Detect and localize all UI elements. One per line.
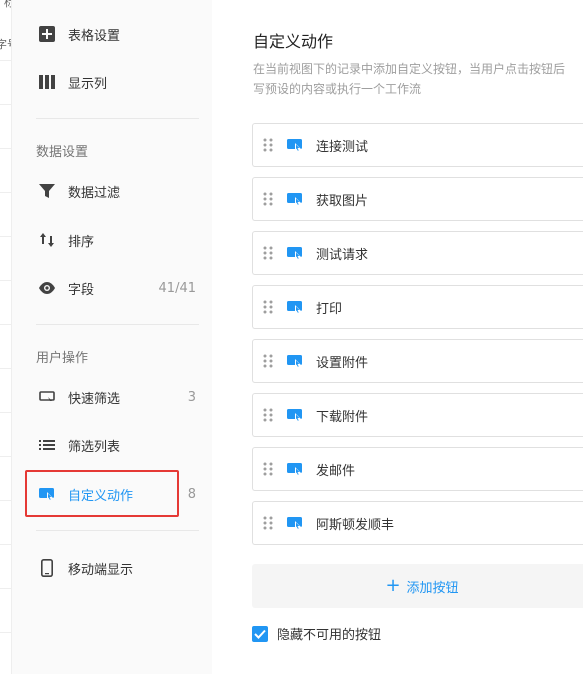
sidebar-item-fields[interactable]: 字段 41/41	[24, 268, 200, 308]
sidebar-item-label: 筛选列表	[68, 439, 121, 455]
sidebar-section-user: 用户操作	[36, 351, 89, 366]
page-title: 自定义动作	[253, 32, 334, 51]
mobile-icon	[37, 558, 57, 578]
sidebar-item-label: 表格设置	[68, 28, 121, 44]
sort-icon	[37, 230, 57, 250]
drag-handle-icon[interactable]	[262, 246, 274, 260]
add-button[interactable]: + 添加按钮	[252, 564, 583, 608]
drag-handle-icon[interactable]	[262, 516, 274, 530]
selection-highlight-box	[25, 470, 179, 517]
custom-action-icon	[287, 137, 303, 153]
sidebar-divider	[36, 118, 199, 119]
add-button-label: 添加按钮	[406, 580, 459, 596]
sidebar-item-label: 快速筛选	[68, 391, 121, 407]
drag-handle-icon[interactable]	[262, 192, 274, 206]
list-icon	[37, 435, 57, 455]
custom-button-label: 连接测试	[316, 139, 369, 155]
sidebar-item-label: 显示列	[68, 76, 108, 92]
custom-button-row[interactable]: 阿斯顿发顺丰	[252, 501, 583, 545]
custom-action-icon	[287, 353, 303, 369]
drag-handle-icon[interactable]	[262, 408, 274, 422]
background-sheet: 标 字号	[0, 0, 12, 674]
custom-action-icon	[287, 461, 303, 477]
custom-button-row[interactable]: 获取图片	[252, 177, 583, 221]
settings-sidebar: 表格设置 显示列 数据设置 数据过滤 排序 字段 41/41 用户操作 快速筛选	[12, 0, 212, 674]
custom-button-label: 阿斯顿发顺丰	[316, 517, 395, 533]
custom-button-row[interactable]: 发邮件	[252, 447, 583, 491]
custom-button-label: 获取图片	[316, 193, 369, 209]
filter-icon	[37, 181, 57, 201]
columns-icon	[37, 72, 57, 92]
custom-action-icon	[287, 407, 303, 423]
custom-button-label: 测试请求	[316, 247, 369, 263]
sidebar-item-label: 排序	[68, 234, 95, 250]
hide-unavailable-option[interactable]: 隐藏不可用的按钮	[252, 624, 381, 643]
custom-action-icon	[287, 299, 303, 315]
custom-button-row[interactable]: 连接测试	[252, 123, 583, 167]
sidebar-item-mobile-display[interactable]: 移动端显示	[24, 548, 200, 588]
custom-button-label: 打印	[316, 301, 343, 317]
custom-button-label: 设置附件	[316, 355, 369, 371]
eye-icon	[37, 278, 57, 298]
custom-action-icon	[287, 245, 303, 261]
sidebar-item-quick-filter[interactable]: 快速筛选 3	[24, 377, 200, 417]
custom-button-row[interactable]: 测试请求	[252, 231, 583, 275]
quick-filter-icon	[37, 387, 57, 407]
sidebar-item-label: 移动端显示	[68, 562, 134, 578]
background-partial-text: 字号	[0, 36, 11, 52]
description-line: 写预设的内容或执行一个工作流	[253, 82, 422, 96]
table-plus-icon	[37, 24, 57, 44]
custom-button-row[interactable]: 设置附件	[252, 339, 583, 383]
sidebar-divider	[36, 324, 199, 325]
sidebar-item-label: 数据过滤	[68, 185, 121, 201]
custom-action-panel: 自定义动作 在当前视图下的记录中添加自定义按钮，当用户点击按钮后 写预设的内容或…	[212, 0, 583, 674]
check-icon	[254, 629, 266, 639]
custom-action-icon	[287, 191, 303, 207]
custom-button-label: 发邮件	[316, 463, 356, 479]
sidebar-section-data: 数据设置	[36, 145, 89, 160]
custom-button-label: 下载附件	[316, 409, 369, 425]
sidebar-item-data-filter[interactable]: 数据过滤	[24, 171, 200, 211]
sidebar-item-filter-list[interactable]: 筛选列表	[24, 425, 200, 465]
drag-handle-icon[interactable]	[262, 138, 274, 152]
fields-count: 41/41	[158, 280, 196, 296]
hide-unavailable-label: 隐藏不可用的按钮	[277, 628, 382, 643]
sidebar-item-display-columns[interactable]: 显示列	[24, 62, 200, 102]
background-partial-text: 标	[4, 0, 11, 10]
drag-handle-icon[interactable]	[262, 354, 274, 368]
description-line: 在当前视图下的记录中添加自定义按钮，当用户点击按钮后	[253, 62, 566, 76]
hide-unavailable-checkbox[interactable]	[252, 625, 268, 642]
drag-handle-icon[interactable]	[262, 300, 274, 314]
quick-filter-count: 3	[187, 389, 196, 405]
custom-action-icon	[287, 515, 303, 531]
page-description: 在当前视图下的记录中添加自定义按钮，当用户点击按钮后 写预设的内容或执行一个工作…	[253, 59, 583, 99]
sidebar-item-table-settings[interactable]: 表格设置	[24, 14, 200, 54]
sidebar-item-label: 字段	[68, 282, 95, 298]
plus-icon: +	[385, 575, 401, 596]
custom-button-row[interactable]: 下载附件	[252, 393, 583, 437]
drag-handle-icon[interactable]	[262, 462, 274, 476]
sidebar-item-sort[interactable]: 排序	[24, 220, 200, 260]
custom-action-count: 8	[187, 486, 196, 502]
sidebar-divider	[36, 530, 199, 531]
custom-button-row[interactable]: 打印	[252, 285, 583, 329]
